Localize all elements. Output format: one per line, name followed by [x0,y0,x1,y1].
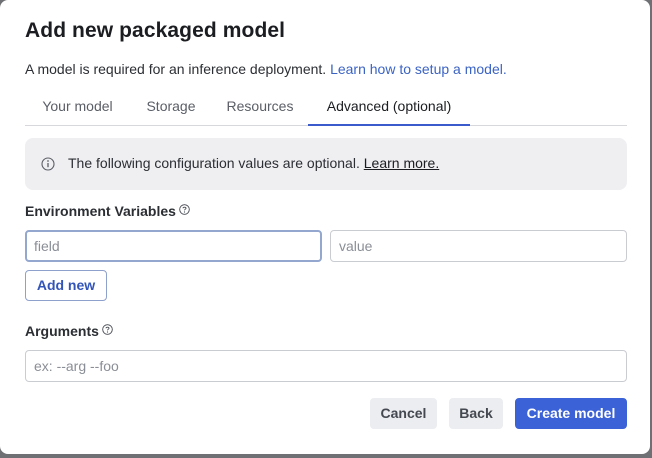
env-value-input[interactable] [330,230,627,262]
add-model-dialog: Add new packaged model A model is requir… [0,0,650,454]
tab-storage[interactable]: Storage [132,88,210,126]
help-circle-icon[interactable] [179,204,190,215]
learn-more-link[interactable]: Learn more. [364,155,439,171]
env-vars-label-text: Environment Variables [25,203,176,219]
create-model-button[interactable]: Create model [515,398,627,429]
tab-advanced[interactable]: Advanced (optional) [308,88,470,126]
callout-text-wrap: The following configuration values are o… [68,155,439,171]
cancel-button[interactable]: Cancel [370,398,437,429]
add-env-var-button[interactable]: Add new [25,270,107,301]
subtitle-text: A model is required for an inference dep… [25,61,327,77]
dialog-title: Add new packaged model [25,19,286,42]
tab-resources[interactable]: Resources [212,88,308,126]
arguments-input[interactable] [25,350,627,382]
env-vars-label: Environment Variables [25,203,190,219]
arguments-label: Arguments [25,323,113,339]
help-circle-icon[interactable] [102,324,113,335]
tab-bar: Your model Storage Resources Advanced (o… [25,88,627,126]
tab-your-model[interactable]: Your model [25,88,130,126]
env-field-input[interactable] [25,230,322,262]
arguments-label-text: Arguments [25,323,99,339]
info-icon [41,157,55,171]
callout-text: The following configuration values are o… [68,155,360,171]
dialog-subtitle: A model is required for an inference dep… [25,61,507,77]
optional-info-callout: The following configuration values are o… [25,138,627,190]
setup-model-link[interactable]: Learn how to setup a model. [330,61,507,77]
back-button[interactable]: Back [449,398,503,429]
